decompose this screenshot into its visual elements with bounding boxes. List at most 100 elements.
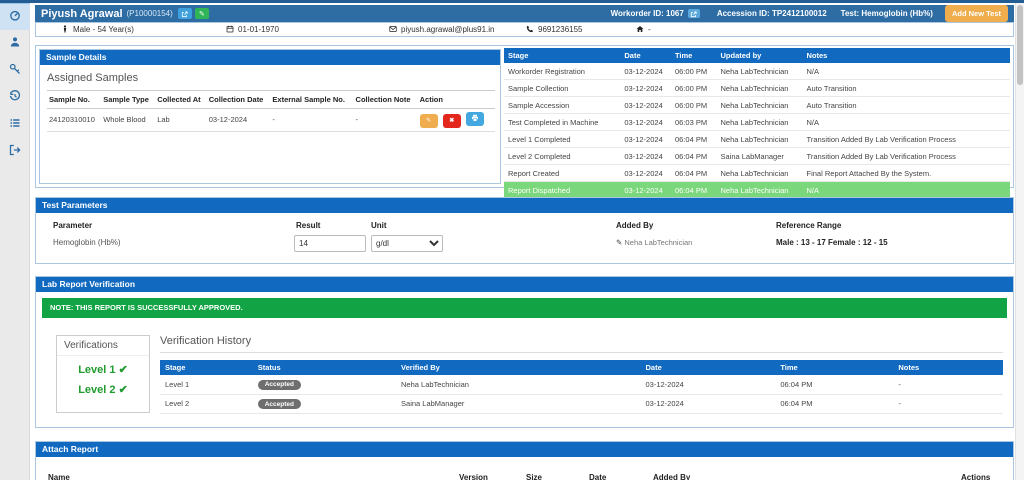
verification-level: Level 1 ✔ xyxy=(57,363,149,376)
unit-col-label: Unit xyxy=(371,221,387,230)
attach-report-header: Attach Report xyxy=(36,442,1013,457)
signout-icon xyxy=(9,143,21,161)
sidebar-item-history[interactable] xyxy=(0,84,30,111)
open-workorder-button[interactable] xyxy=(688,9,700,18)
assigned-samples-title: Assigned Samples xyxy=(47,72,500,84)
assigned-samples-header-row: Sample No. Sample Type Collected At Coll… xyxy=(47,91,495,109)
added-by-value: ✎ Neha LabTechnician xyxy=(616,238,692,247)
external-link-icon xyxy=(181,6,188,21)
verifications-box: Verifications Level 1 ✔ Level 2 ✔ xyxy=(56,335,150,413)
stage-table: Stage Date Time Updated by Notes Workord… xyxy=(504,48,1010,199)
top-accent-bar xyxy=(0,0,1024,3)
stage-row: Test Completed in Machine 03-12-2024 06:… xyxy=(504,114,1010,131)
calendar-icon xyxy=(226,25,234,35)
status-badge: Accepted xyxy=(258,399,301,409)
scrollbar-thumb[interactable] xyxy=(1017,5,1023,85)
sidebar-item-patients[interactable] xyxy=(0,30,30,57)
patient-phone: 9691236155 xyxy=(526,23,583,36)
accession-id: Accession ID: TP2412100012 xyxy=(717,9,827,18)
patient-header-bar: Piyush Agrawal (P10000154) ✎ Workorder I… xyxy=(35,5,1014,22)
patient-info-row: Male - 54 Year(s) 01-01-1970 piyush.agra… xyxy=(35,22,1014,37)
envelope-icon xyxy=(389,25,397,35)
status-badge: Accepted xyxy=(258,380,301,390)
home-icon xyxy=(636,25,644,35)
stage-row: Report Created 03-12-2024 06:04 PM Neha … xyxy=(504,165,1010,182)
sample-stage-panel: Sample Details Assigned Samples Sample N… xyxy=(35,45,1014,188)
result-input[interactable] xyxy=(294,235,366,252)
patient-id: (P10000154) xyxy=(127,9,173,18)
attach-name-col: Name xyxy=(48,473,70,480)
stage-row: Report Dispatched 03-12-2024 06:04 PM Ne… xyxy=(504,182,1010,199)
sidebar xyxy=(0,3,30,480)
verification-row: Level 2 Accepted Saina LabManager 03-12-… xyxy=(160,394,1003,414)
added-by-col-label: Added By xyxy=(616,221,653,230)
result-col-label: Result xyxy=(296,221,320,230)
attach-report-panel: Attach Report Name Version Size Date Add… xyxy=(35,441,1014,480)
reference-range-value: Male : 13 - 17 Female : 12 - 15 xyxy=(776,238,888,247)
phone-icon xyxy=(526,25,534,35)
list-icon xyxy=(9,116,21,134)
dashboard-icon xyxy=(9,8,21,26)
test-name: Test: Hemoglobin (Hb%) xyxy=(841,9,933,18)
key-icon xyxy=(9,62,21,80)
close-icon: ✖ xyxy=(449,117,454,124)
attach-version-col: Version xyxy=(459,473,488,480)
verification-history-table: Stage Status Verified By Date Time Notes… xyxy=(160,360,1003,414)
approval-note: NOTE: THIS REPORT IS SUCCESSFULLY APPROV… xyxy=(42,298,1007,318)
stage-row: Sample Accession 03-12-2024 06:00 PM Neh… xyxy=(504,97,1010,114)
person-icon xyxy=(61,25,69,35)
lab-workorder-page: Piyush Agrawal (P10000154) ✎ Workorder I… xyxy=(0,0,1024,480)
history-icon xyxy=(9,89,21,107)
stage-row: Level 1 Completed 03-12-2024 06:04 PM Ne… xyxy=(504,131,1010,148)
pencil-icon: ✎ xyxy=(616,238,622,247)
parameter-col-label: Parameter xyxy=(53,221,92,230)
stage-row: Sample Collection 03-12-2024 06:00 PM Ne… xyxy=(504,80,1010,97)
sidebar-item-worklist[interactable] xyxy=(0,111,30,138)
patient-gender-age: Male - 54 Year(s) xyxy=(61,23,134,36)
attach-size-col: Size xyxy=(526,473,542,480)
verifications-title: Verifications xyxy=(57,336,149,356)
sidebar-item-dashboard[interactable] xyxy=(0,3,30,30)
verification-header: Lab Report Verification xyxy=(36,277,1013,292)
add-new-test-button[interactable]: Add New Test xyxy=(945,5,1008,22)
print-sample-button[interactable] xyxy=(466,112,484,126)
edit-patient-button[interactable]: ✎ xyxy=(195,8,209,19)
external-link-icon xyxy=(690,6,697,21)
sample-details-card: Sample Details Assigned Samples Sample N… xyxy=(39,49,501,184)
sidebar-item-signout[interactable] xyxy=(0,138,30,165)
attach-date-col: Date xyxy=(589,473,606,480)
sample-row: 24120310010 Whole Blood Lab 03-12-2024 -… xyxy=(47,109,495,132)
edit-icon: ✎ xyxy=(199,10,205,18)
test-parameters-header: Test Parameters xyxy=(36,198,1013,213)
assigned-samples-table: Sample No. Sample Type Collected At Coll… xyxy=(47,90,495,132)
sidebar-item-access[interactable] xyxy=(0,57,30,84)
edit-icon: ✎ xyxy=(426,117,431,124)
test-parameters-panel: Test Parameters Parameter Result Unit Ad… xyxy=(35,197,1014,264)
patient-name: Piyush Agrawal xyxy=(41,8,123,20)
verification-history: Verification History Stage Status Verifi… xyxy=(160,335,1003,414)
parameter-name: Hemoglobin (Hb%) xyxy=(53,238,121,247)
stage-header-row: Stage Date Time Updated by Notes xyxy=(504,48,1010,63)
delete-sample-button[interactable]: ✖ xyxy=(443,114,461,128)
attach-actions-col: Actions xyxy=(961,473,990,480)
stage-row: Workorder Registration 03-12-2024 06:00 … xyxy=(504,63,1010,80)
reference-range-col-label: Reference Range xyxy=(776,221,841,230)
open-patient-button[interactable] xyxy=(178,8,192,19)
sample-details-header: Sample Details xyxy=(40,50,500,65)
verification-history-header-row: Stage Status Verified By Date Time Notes xyxy=(160,360,1003,375)
unit-select[interactable]: g/dl xyxy=(371,235,443,252)
verification-level: Level 2 ✔ xyxy=(57,383,149,396)
workorder-id: Workorder ID: 1067 xyxy=(611,9,684,18)
stage-row: Level 2 Completed 03-12-2024 06:04 PM Sa… xyxy=(504,148,1010,165)
verification-history-title: Verification History xyxy=(160,335,1003,353)
check-icon: ✔ xyxy=(119,364,128,376)
printer-icon xyxy=(471,114,479,124)
edit-sample-button[interactable]: ✎ xyxy=(420,114,438,128)
vertical-scrollbar[interactable] xyxy=(1015,3,1024,480)
patient-dob: 01-01-1970 xyxy=(226,23,279,36)
check-icon: ✔ xyxy=(119,384,128,396)
patient-address: - xyxy=(636,23,651,36)
verification-row: Level 1 Accepted Neha LabTechnician 03-1… xyxy=(160,375,1003,394)
attach-added-by-col: Added By xyxy=(653,473,690,480)
user-icon xyxy=(9,35,21,53)
